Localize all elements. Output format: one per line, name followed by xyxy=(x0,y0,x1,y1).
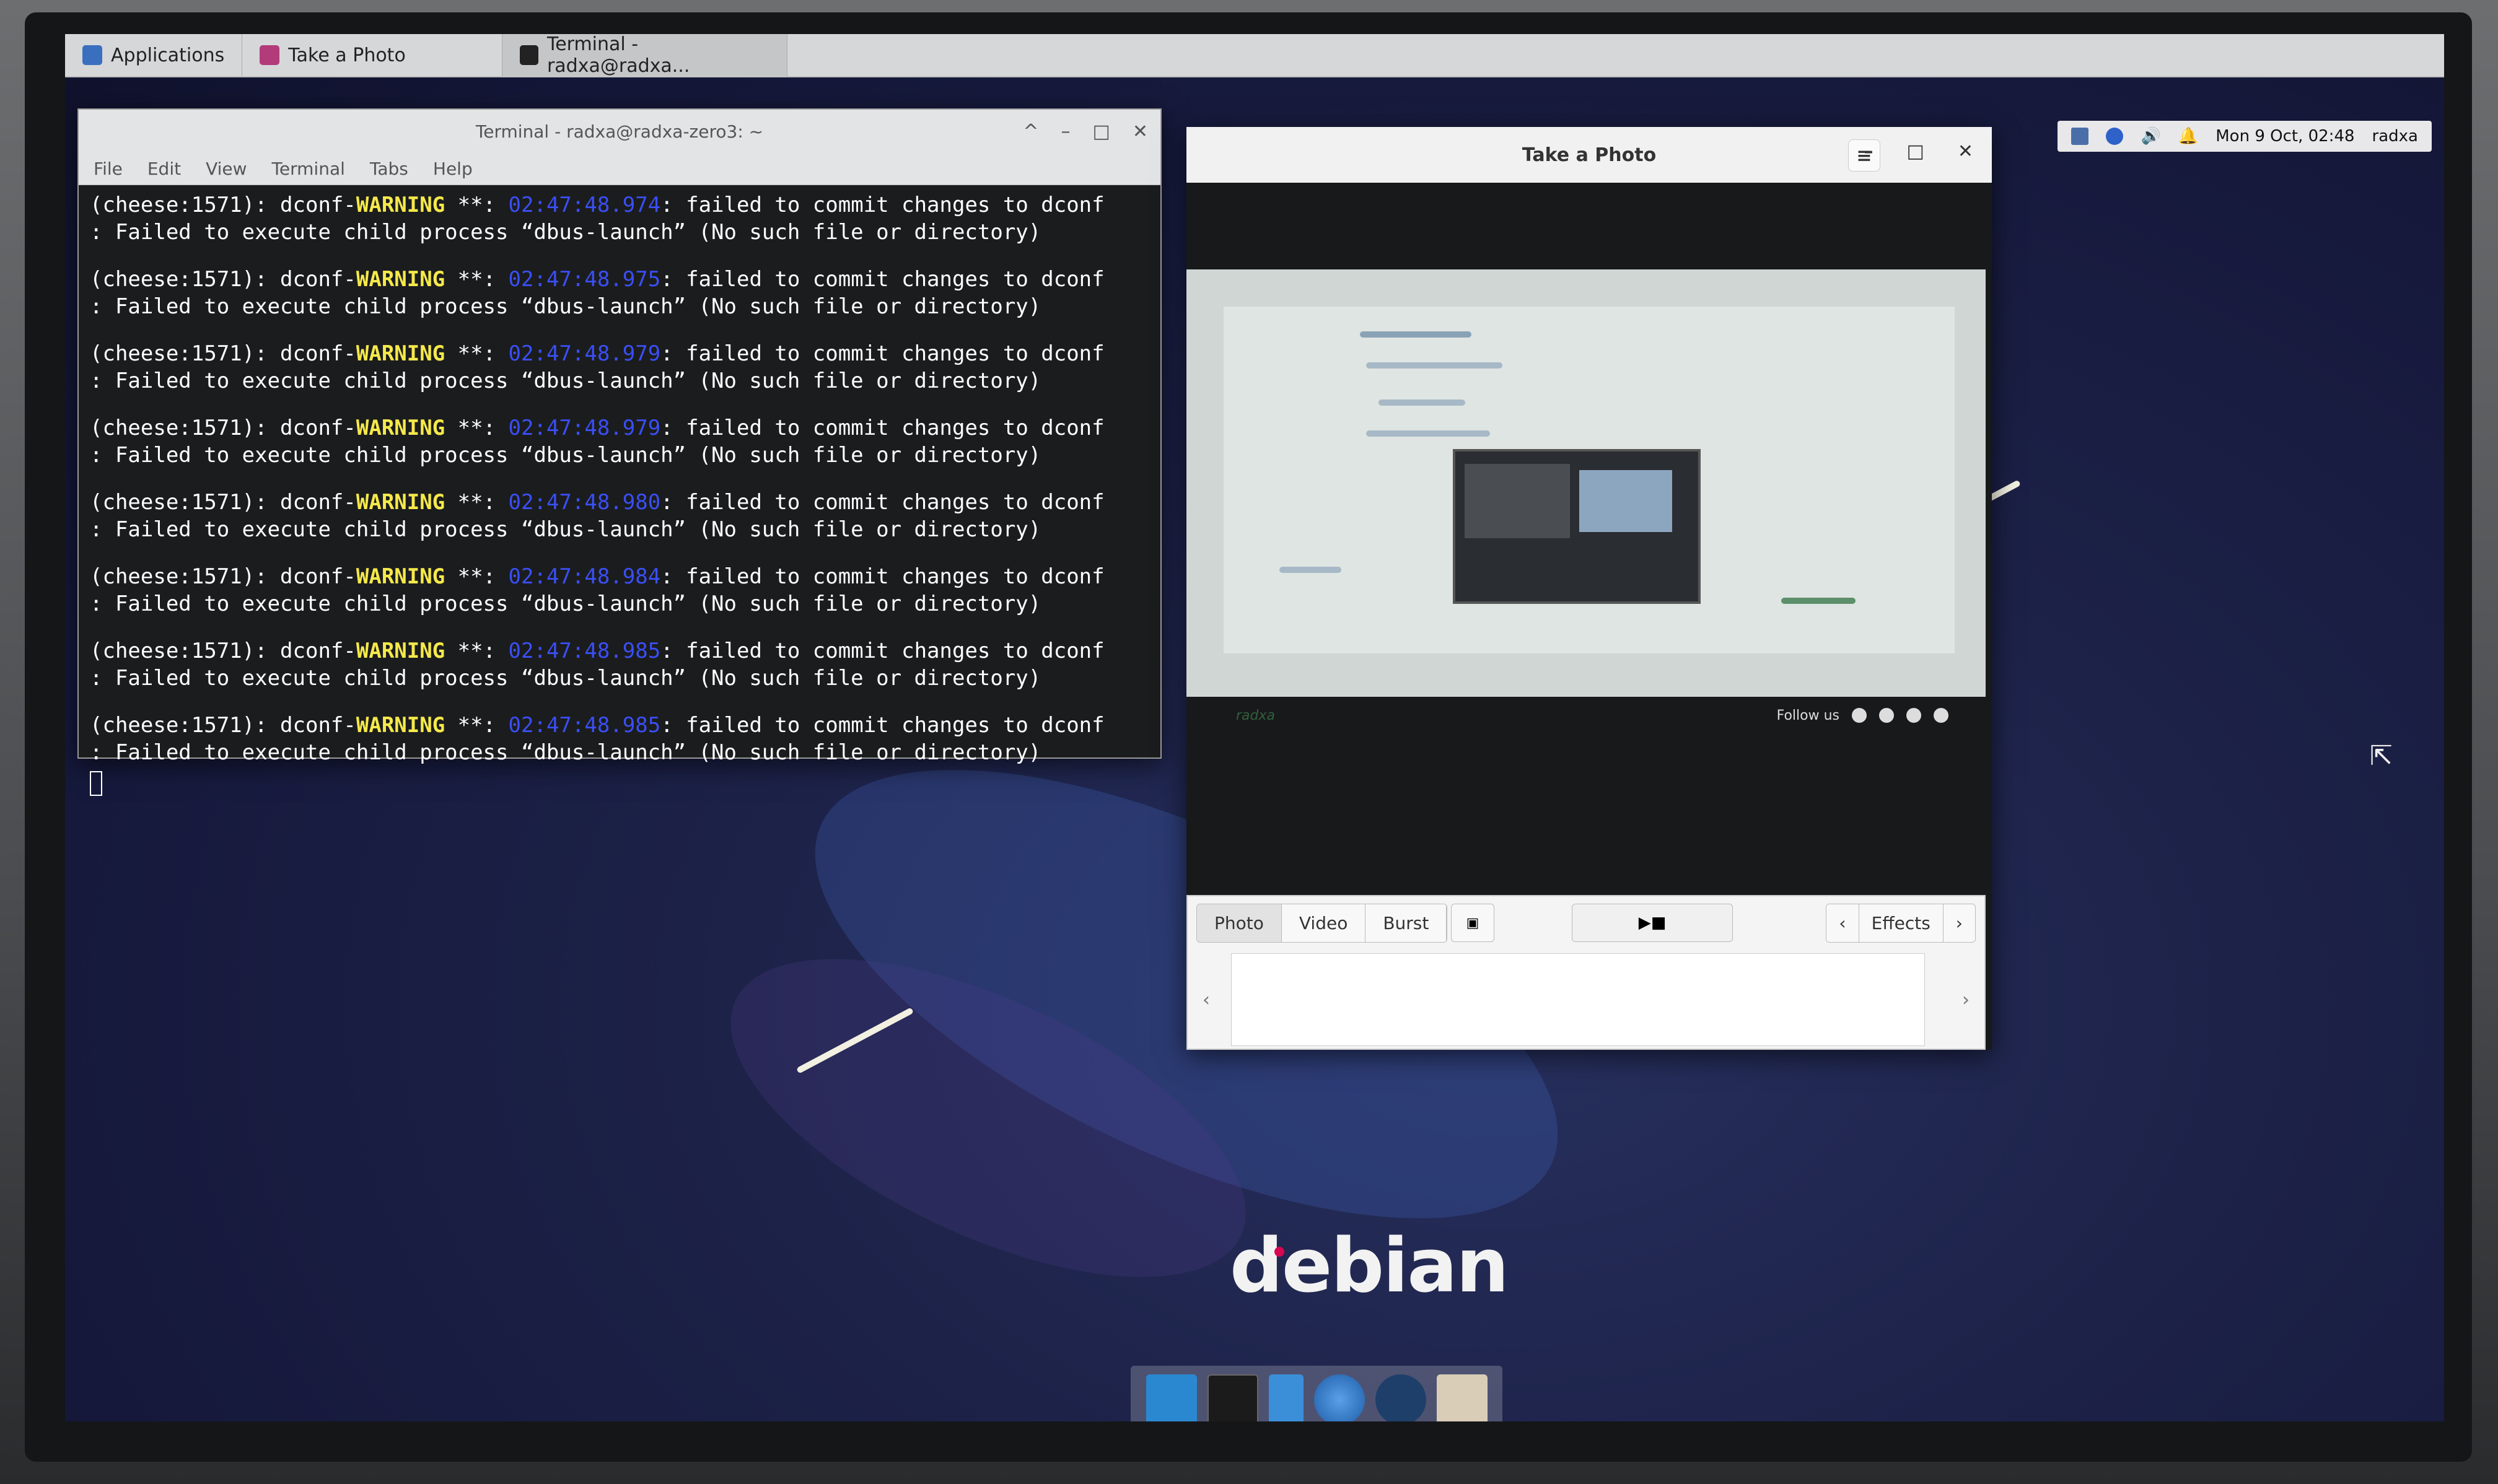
applications-label: Applications xyxy=(111,44,225,66)
bell-icon[interactable]: 🔔 xyxy=(2178,127,2198,146)
network-icon[interactable] xyxy=(2071,128,2089,145)
taskbar-item-label: Take a Photo xyxy=(288,44,406,66)
effects-button[interactable]: Effects xyxy=(1859,904,1944,942)
camera-switch-icon: ▣ xyxy=(1466,915,1479,931)
preview-page-footer: radxa Follow us xyxy=(1186,697,1986,734)
cheese-app-icon xyxy=(260,45,280,65)
collapse-icon[interactable]: ^ xyxy=(1023,121,1038,142)
taskbar-item-take-a-photo[interactable]: Take a Photo xyxy=(242,34,503,77)
close-icon[interactable]: ✕ xyxy=(1958,141,1973,162)
cheese-toolbar: Photo Video Burst ▣ ▶■ ‹ Effects › ‹ › xyxy=(1186,895,1986,1050)
log-entry: (cheese:1571): dconf-WARNING **: 02:47:4… xyxy=(90,267,1105,319)
cheese-title: Take a Photo xyxy=(1522,144,1657,166)
next-effects-button[interactable]: › xyxy=(1943,904,1975,942)
terminal-icon[interactable] xyxy=(1207,1374,1258,1421)
close-icon[interactable]: ✕ xyxy=(1133,121,1148,142)
log-entry: (cheese:1571): dconf-WARNING **: 02:47:4… xyxy=(90,490,1105,542)
mode-video[interactable]: Video xyxy=(1281,904,1366,942)
prev-effects-button[interactable]: ‹ xyxy=(1826,904,1859,942)
dock xyxy=(1131,1366,1502,1421)
follow-us-text: Follow us xyxy=(1776,707,1839,723)
log-entry: (cheese:1571): dconf-WARNING **: 02:47:4… xyxy=(90,713,1105,765)
mode-burst[interactable]: Burst xyxy=(1365,904,1447,942)
taskbar-item-terminal[interactable]: Terminal - radxa@radxa... xyxy=(502,34,788,77)
applications-menu-button[interactable]: Applications xyxy=(65,34,243,77)
terminal-title: Terminal - radxa@radxa-zero3: ~ xyxy=(475,121,764,142)
system-tray: 🔊 🔔 Mon 9 Oct, 02:48 radxa xyxy=(2058,121,2432,152)
browser-icon[interactable] xyxy=(1313,1374,1365,1421)
social-icon xyxy=(1879,708,1894,723)
mode-photo[interactable]: Photo xyxy=(1197,904,1282,942)
folder-icon[interactable] xyxy=(1436,1374,1488,1421)
mouse-pointer-icon: ⇱ xyxy=(2370,740,2393,772)
files-icon[interactable] xyxy=(1268,1374,1304,1421)
log-entry: (cheese:1571): dconf-WARNING **: 02:47:4… xyxy=(90,416,1105,468)
camera-icon: ▶■ xyxy=(1638,914,1667,932)
terminal-cursor xyxy=(90,770,102,796)
maximize-icon[interactable]: □ xyxy=(1907,141,1924,162)
social-icon xyxy=(1934,708,1948,723)
log-entry: (cheese:1571): dconf-WARNING **: 02:47:4… xyxy=(90,639,1105,691)
clock[interactable]: Mon 9 Oct, 02:48 xyxy=(2215,127,2354,146)
volume-icon[interactable]: 🔊 xyxy=(2141,127,2160,146)
user-menu[interactable]: radxa xyxy=(2372,127,2418,146)
log-entry: (cheese:1571): dconf-WARNING **: 02:47:4… xyxy=(90,193,1105,245)
minimize-icon[interactable]: – xyxy=(1864,141,1874,162)
terminal-menubar: File Edit View Terminal Tabs Help xyxy=(79,153,1160,185)
terminal-titlebar[interactable]: Terminal - radxa@radxa-zero3: ~ ^ – □ ✕ xyxy=(79,110,1160,153)
thumbnail-strip[interactable] xyxy=(1231,953,1925,1046)
social-icon xyxy=(1906,708,1921,723)
debian-logo: debian xyxy=(1230,1223,1509,1309)
github-icon xyxy=(1852,708,1867,723)
preview-captured-screen xyxy=(1453,449,1701,604)
debian-logo-dot xyxy=(1274,1247,1284,1257)
maximize-icon[interactable]: □ xyxy=(1093,121,1110,142)
taskbar-item-label: Terminal - radxa@radxa... xyxy=(546,34,690,77)
menu-edit[interactable]: Edit xyxy=(147,159,181,179)
top-panel: Applications Take a Photo Terminal - rad… xyxy=(65,34,2444,77)
effects-group: ‹ Effects › xyxy=(1826,904,1976,943)
xfce-logo-icon xyxy=(82,45,102,65)
take-a-photo-window[interactable]: Take a Photo ≡ – □ ✕ radxa Follow us Pho… xyxy=(1186,127,1992,1050)
camera-preview xyxy=(1186,269,1986,697)
menu-tabs[interactable]: Tabs xyxy=(370,159,408,179)
mode-selector: Photo Video Burst xyxy=(1196,904,1448,943)
cheese-titlebar[interactable]: Take a Photo ≡ – □ ✕ xyxy=(1186,127,1992,183)
search-icon[interactable] xyxy=(1375,1374,1426,1421)
terminal-icon xyxy=(520,45,538,65)
minimize-icon[interactable]: – xyxy=(1061,121,1071,142)
strip-left-arrow-icon[interactable]: ‹ xyxy=(1203,989,1210,1011)
camera-switch-button[interactable]: ▣ xyxy=(1451,904,1494,942)
menu-help[interactable]: Help xyxy=(433,159,473,179)
desktop-screen: Applications Take a Photo Terminal - rad… xyxy=(65,34,2444,1421)
strip-right-arrow-icon[interactable]: › xyxy=(1962,989,1970,1011)
show-desktop-icon[interactable] xyxy=(1146,1374,1197,1421)
take-photo-button[interactable]: ▶■ xyxy=(1572,904,1733,942)
menu-view[interactable]: View xyxy=(206,159,247,179)
bluetooth-icon[interactable] xyxy=(2106,128,2124,145)
menu-terminal[interactable]: Terminal xyxy=(272,159,345,179)
menu-file[interactable]: File xyxy=(94,159,123,179)
terminal-output[interactable]: (cheese:1571): dconf-WARNING **: 02:47:4… xyxy=(79,185,1160,802)
preview-brand: radxa xyxy=(1236,707,1275,723)
terminal-window[interactable]: Terminal - radxa@radxa-zero3: ~ ^ – □ ✕ … xyxy=(77,108,1162,796)
log-entry: (cheese:1571): dconf-WARNING **: 02:47:4… xyxy=(90,341,1105,393)
log-entry: (cheese:1571): dconf-WARNING **: 02:47:4… xyxy=(90,564,1105,616)
preview-document-page xyxy=(1224,307,1955,653)
